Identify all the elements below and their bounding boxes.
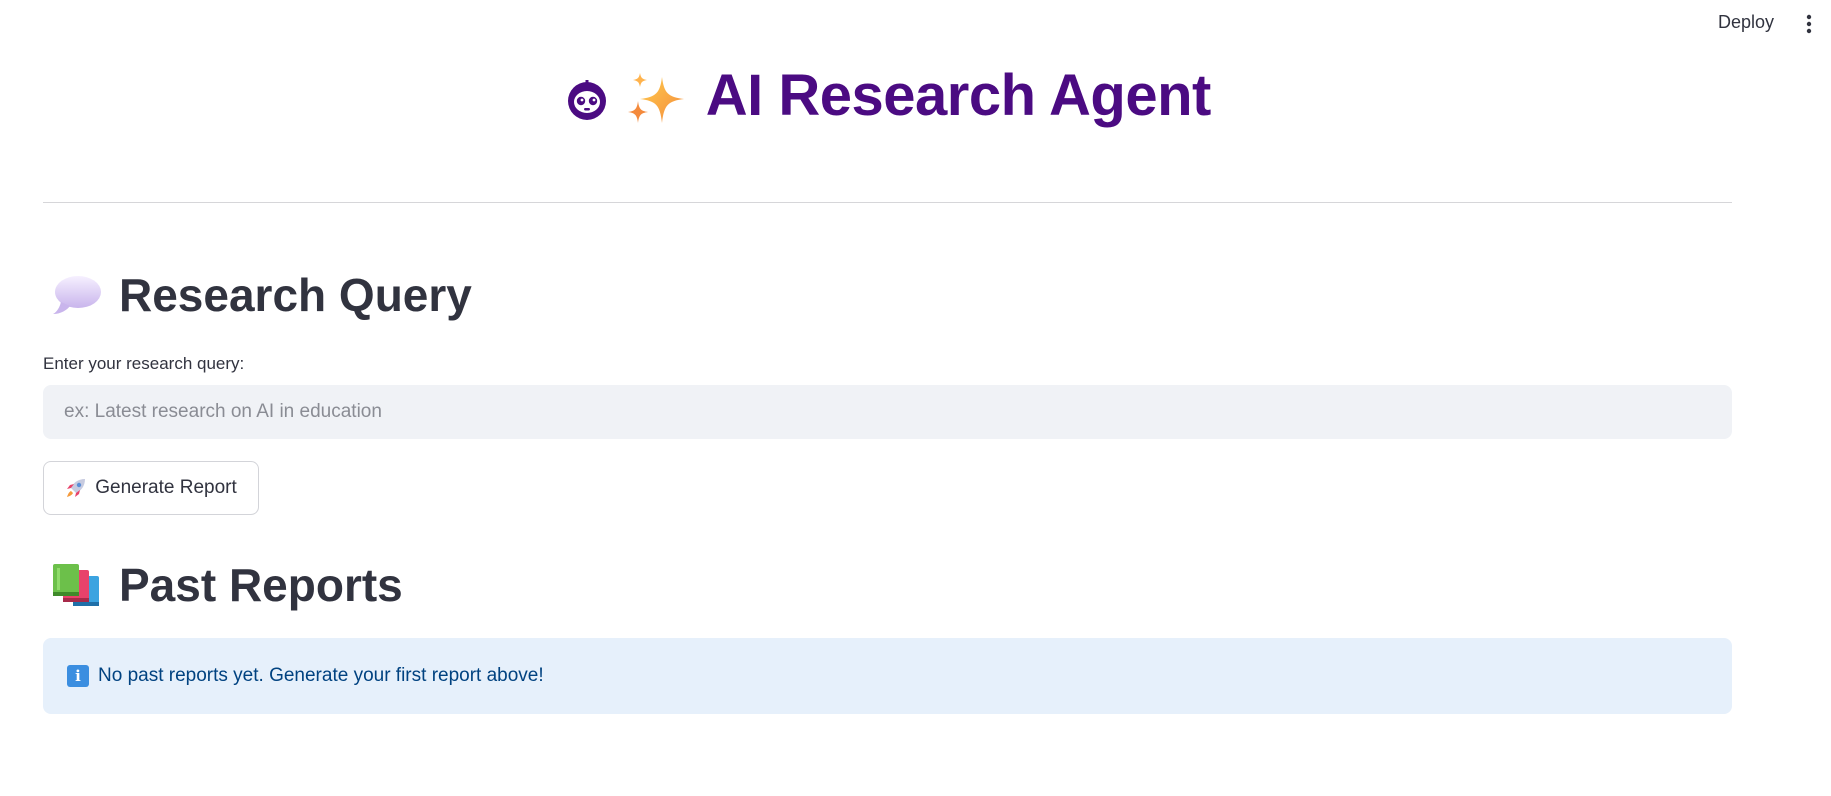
research-query-input[interactable] — [43, 385, 1732, 439]
page-title: AI Research Agent — [43, 62, 1732, 133]
info-message: No past reports yet. Generate your first… — [98, 665, 544, 686]
sparkles-icon — [627, 72, 684, 123]
past-reports-heading: Past Reports — [51, 558, 403, 612]
title-icons — [564, 62, 688, 129]
generate-report-label: Generate Report — [95, 477, 237, 498]
generate-report-button[interactable]: Generate Report — [43, 461, 259, 515]
deploy-button[interactable]: Deploy — [1718, 12, 1774, 33]
robot-face-icon — [568, 79, 607, 120]
title-text: AI Research Agent — [705, 63, 1212, 128]
research-query-heading-text: Research Query — [119, 269, 472, 321]
vertical-ellipsis-icon[interactable] — [1805, 14, 1813, 34]
info-icon: i — [67, 665, 89, 687]
rocket-icon — [67, 479, 86, 497]
books-icon — [53, 564, 99, 606]
top-toolbar: Deploy — [0, 0, 1831, 46]
divider — [43, 202, 1732, 203]
past-reports-heading-text: Past Reports — [119, 559, 403, 611]
no-reports-info-alert: i No past reports yet. Generate your fir… — [43, 638, 1732, 714]
research-query-heading: Research Query — [51, 268, 472, 322]
query-input-label: Enter your research query: — [43, 354, 245, 373]
speech-bubble-icon — [53, 276, 101, 314]
